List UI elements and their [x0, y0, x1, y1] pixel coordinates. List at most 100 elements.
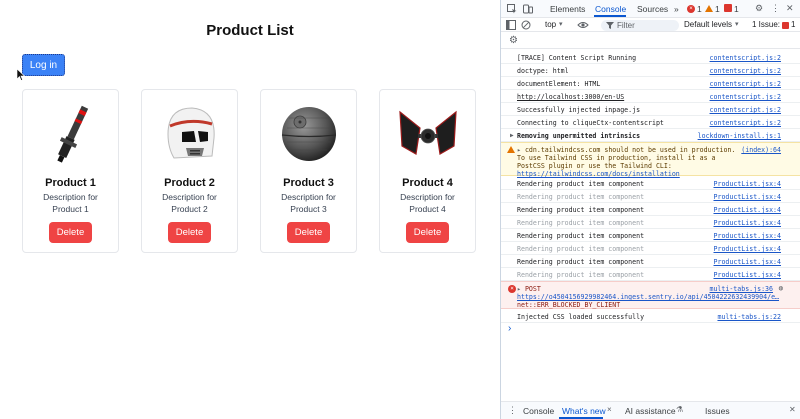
flask-icon: ⚗ [676, 405, 684, 414]
error-count-icon: × [687, 5, 695, 13]
issues-count-top[interactable]: 1 [734, 4, 739, 14]
context-selector[interactable]: top [545, 20, 556, 29]
product-card: Product 3 Description for Product 3 Dele… [260, 89, 357, 253]
log-source-link[interactable]: ProductList.jsx:4 [714, 258, 782, 266]
delete-button[interactable]: Delete [49, 222, 92, 243]
drawer-tab-ai-assistance[interactable]: AI assistance [625, 406, 676, 416]
log-source-link[interactable]: ProductList.jsx:4 [714, 271, 782, 279]
log-source-link[interactable]: ProductList.jsx:4 [714, 219, 782, 227]
log-source-link[interactable]: ProductList.jsx:4 [714, 245, 782, 253]
chevron-down-icon: ▾ [735, 21, 739, 28]
product-card: Product 1 Description for Product 1 Dele… [22, 89, 119, 253]
console-group[interactable]: ▶ Removing unpermitted intrinsics lockdo… [501, 129, 800, 142]
console-message: Successfully injected inpage.js contents… [501, 103, 800, 116]
console-message: documentElement: HTML contentscript.js:2 [501, 77, 800, 90]
warning-count[interactable]: 1 [715, 4, 720, 14]
log-source-link[interactable]: contentscript.js:2 [710, 67, 781, 75]
close-icon[interactable]: ✕ [789, 405, 796, 414]
console-warning: ▸ cdn.tailwindcss.com should not be used… [501, 142, 800, 178]
product-name: Product 3 [283, 177, 334, 189]
log-source-link[interactable]: contentscript.js:2 [710, 80, 781, 88]
product-card: Product 2 Description for Product 2 Dele… [141, 89, 238, 253]
log-source-link[interactable]: contentscript.js:2 [710, 93, 781, 101]
tab-elements[interactable]: Elements [550, 4, 585, 14]
drawer-tab-console[interactable]: Console [523, 406, 554, 416]
log-text: [TRACE] Content Script Running [517, 54, 637, 62]
gear-icon[interactable]: ⚙ [755, 3, 763, 14]
close-icon[interactable]: × [607, 405, 612, 414]
log-text: Successfully injected inpage.js [517, 106, 641, 114]
log-source-link[interactable]: ProductList.jsx:4 [714, 206, 782, 214]
log-text: Rendering product item component [517, 271, 645, 279]
expand-arrow-icon[interactable]: ▸ [517, 146, 525, 154]
chevron-down-icon: ▾ [559, 21, 563, 28]
clear-console-icon[interactable] [521, 20, 531, 30]
product-card: Product 4 Description for Product 4 Dele… [379, 89, 476, 253]
devtools-drawer-tabs: ⋮ Console What's new × AI assistance ⚗ I… [501, 401, 800, 419]
log-source-link[interactable]: ProductList.jsx:4 [714, 180, 782, 188]
console-toolbar: top ▾ Filter Default levels ▾ 1 Issue: 1 [501, 18, 800, 32]
log-source-link[interactable]: multi-tabs.js:22 [717, 313, 781, 321]
log-source-link[interactable]: lockdown-install.js:1 [698, 132, 781, 140]
tab-sources[interactable]: Sources [637, 4, 668, 14]
page-title: Product List [206, 22, 294, 39]
product-description: Description for Product 3 [281, 192, 336, 214]
network-request-icon[interactable]: ◍ [779, 284, 783, 292]
death-star-image [281, 107, 337, 161]
product-name: Product 4 [402, 177, 453, 189]
device-toolbar-icon[interactable] [523, 4, 533, 14]
log-source-link[interactable]: ProductList.jsx:4 [714, 232, 782, 240]
console-message: Rendering product item component Product… [501, 255, 800, 268]
app-viewport: Product List Log in Product 1 Descriptio… [0, 0, 500, 419]
inspect-element-icon[interactable] [507, 4, 517, 14]
console-message: Rendering product item component Product… [501, 203, 800, 216]
console-message: Rendering product item component Product… [501, 190, 800, 203]
tab-console[interactable]: Console [595, 4, 626, 14]
log-text: Rendering product item component [517, 193, 645, 201]
drawer-tab-whats-new[interactable]: What's new [562, 406, 606, 416]
drawer-menu-icon[interactable]: ⋮ [508, 405, 517, 416]
console-message: Rendering product item component Product… [501, 268, 800, 281]
filter-input[interactable]: Filter [601, 20, 679, 31]
console-prompt[interactable]: › [508, 323, 511, 334]
more-tabs-button[interactable]: » [674, 4, 679, 14]
issues-label[interactable]: 1 Issue: [752, 20, 780, 29]
more-options-icon[interactable]: ⋮ [771, 3, 780, 14]
console-message: Injected CSS loaded successfully multi-t… [501, 310, 800, 323]
active-tab-indicator [594, 15, 626, 17]
delete-button[interactable]: Delete [406, 222, 449, 243]
gear-icon[interactable]: ⚙ [509, 35, 518, 46]
log-source-link[interactable]: (index):64 [741, 146, 781, 154]
console-message: Rendering product item component Product… [501, 242, 800, 255]
login-button[interactable]: Log in [22, 54, 65, 76]
delete-button[interactable]: Delete [287, 222, 330, 243]
log-source-link[interactable]: multi-tabs.js:36 [709, 285, 773, 293]
expand-arrow-icon[interactable]: ▸ [517, 285, 525, 293]
issues-count[interactable]: 1 [791, 20, 795, 29]
sidebar-toggle-icon[interactable] [506, 20, 516, 30]
console-message: Rendering product item component Product… [501, 216, 800, 229]
expand-arrow-icon[interactable]: ▶ [510, 132, 514, 139]
product-name: Product 2 [164, 177, 215, 189]
log-text: Rendering product item component [517, 180, 645, 188]
log-source-link[interactable]: ProductList.jsx:4 [714, 193, 782, 201]
log-source-link[interactable]: contentscript.js:2 [710, 119, 781, 127]
error-count[interactable]: 1 [697, 4, 702, 14]
product-description: Description for Product 4 [400, 192, 455, 214]
warning-count-icon [705, 5, 713, 12]
drawer-tab-issues[interactable]: Issues [705, 406, 730, 416]
console-message: Rendering product item component Product… [501, 177, 800, 190]
log-text: Rendering product item component [517, 245, 645, 253]
delete-button[interactable]: Delete [168, 222, 211, 243]
log-source-link[interactable]: contentscript.js:2 [710, 106, 781, 114]
stormtrooper-helmet-image [167, 107, 215, 159]
log-source-link[interactable]: contentscript.js:2 [710, 54, 781, 62]
error-url-link[interactable]: https://o4504156929982464.ingest.sentry.… [517, 293, 785, 301]
error-icon: × [508, 285, 516, 293]
log-levels-dropdown[interactable]: Default levels [684, 20, 732, 29]
log-url-link[interactable]: http://localhost:3000/en-US [517, 93, 624, 101]
close-icon[interactable]: ✕ [786, 3, 794, 14]
console-message: Connecting to cliqueCtx-contentscript co… [501, 116, 800, 129]
eye-icon[interactable] [577, 21, 589, 29]
warning-text: ▸ cdn.tailwindcss.com should not be used… [517, 146, 736, 178]
